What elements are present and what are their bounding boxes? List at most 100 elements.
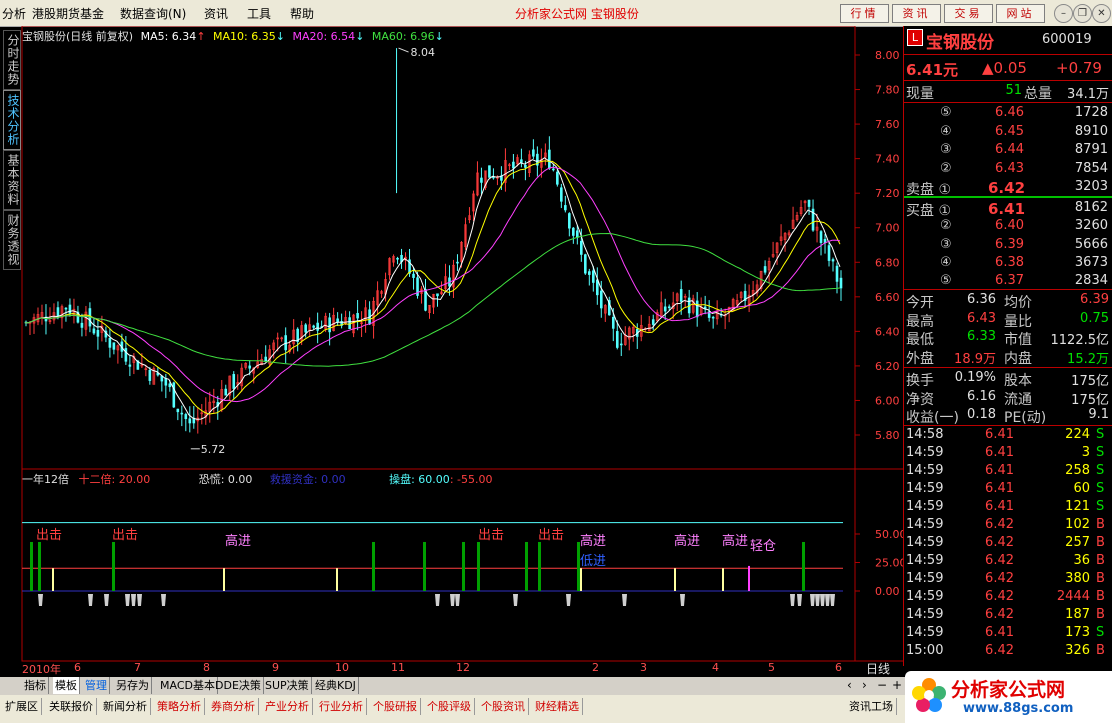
fund-value: 6.16	[967, 388, 996, 404]
fund-label: 流通	[1004, 391, 1032, 408]
buy-volume: 5666	[1074, 236, 1108, 252]
sell-price[interactable]: 6.45	[988, 124, 1024, 139]
tab-save-as[interactable]: 另存为	[114, 677, 152, 694]
bottom-tab[interactable]: 个股评级	[424, 698, 475, 715]
brand-url: www.88gs.com	[963, 701, 1074, 716]
bottom-tab[interactable]: 券商分析	[208, 698, 259, 715]
candle-body	[703, 306, 707, 309]
zoom-in-icon[interactable]: +	[890, 677, 904, 694]
signal-tick	[674, 568, 676, 591]
signal-bar	[525, 541, 528, 591]
bottom-tab[interactable]: 扩展区	[2, 698, 42, 715]
price-tick-label: 6.00	[875, 394, 900, 407]
signal-label: 高进	[225, 533, 251, 549]
minimize-icon[interactable]: –	[1054, 4, 1073, 23]
signal-bar	[38, 541, 41, 591]
indicator-header: 一年12倍 十二倍: 20.00 恐慌: 0.00 救援资金: 0.00 操盘:…	[22, 471, 492, 487]
candle-body	[92, 328, 96, 334]
tab-manage[interactable]: 管理	[83, 677, 110, 694]
candle-body	[248, 365, 252, 369]
menu-help[interactable]: 帮助	[290, 5, 314, 22]
fund-label: 净资	[906, 391, 934, 408]
quote-button[interactable]: 行情	[840, 4, 889, 23]
tab-kdj[interactable]: 经典KDJ	[313, 677, 359, 694]
menu-news[interactable]: 资讯	[204, 5, 228, 22]
buy-price[interactable]: 6.39	[988, 237, 1024, 252]
exit-marker	[797, 594, 802, 606]
indicator-name: 一年12倍	[22, 473, 69, 486]
konghuang-label: 恐慌: 0.00	[198, 473, 253, 486]
bottom-tab[interactable]: 财经精选	[532, 698, 583, 715]
candle-body	[615, 331, 619, 348]
price-tick-label: 5.80	[875, 429, 900, 442]
sell-price[interactable]: 6.44	[988, 142, 1024, 157]
tick-volume: 257	[1065, 535, 1090, 550]
website-button[interactable]: 网站	[996, 4, 1045, 23]
fund-value: 175亿	[1071, 374, 1109, 389]
trade-button[interactable]: 交易	[944, 4, 993, 23]
candle-body	[124, 348, 128, 362]
tick-price: 6.41	[985, 463, 1014, 478]
stat-value: 0.75	[1080, 310, 1109, 326]
info-button[interactable]: 资讯	[892, 4, 941, 23]
scroll-left-icon[interactable]: ‹	[845, 677, 854, 694]
tab-macd[interactable]: MACD基本	[158, 677, 218, 694]
price-tick-label: 7.60	[875, 118, 900, 131]
tick-side: B	[1096, 517, 1105, 532]
bottom-tab[interactable]: 个股资讯	[478, 698, 529, 715]
candle-body	[711, 316, 715, 319]
buy-price[interactable]: 6.37	[988, 273, 1024, 288]
bottom-tab[interactable]: 新闻分析	[100, 698, 151, 715]
candle-body	[599, 290, 603, 309]
buy-price[interactable]: 6.40	[988, 218, 1024, 233]
candle-body	[336, 318, 339, 322]
tick-volume: 326	[1065, 643, 1090, 658]
info-workshop-button[interactable]: 资讯工场	[846, 698, 897, 715]
menu-tools[interactable]: 工具	[247, 5, 271, 22]
high-pointer	[398, 47, 409, 53]
candle-body	[611, 316, 615, 329]
menu-hk-futures[interactable]: 港股期货基金	[32, 5, 104, 22]
buy-price[interactable]: 6.38	[988, 255, 1024, 270]
price-tick-label: 6.40	[875, 325, 900, 338]
bottom-tab[interactable]: 产业分析	[262, 698, 313, 715]
tab-dde[interactable]: DDE决策	[213, 677, 264, 694]
restore-icon[interactable]: ❐	[1073, 4, 1092, 23]
kline-chart[interactable]: 8.045.72 出击 出击 高进 出击 出击 高进低进高进 高进 轻仓 8.007.807.…	[0, 26, 903, 677]
candle-body	[619, 343, 623, 346]
x-tick: 6	[835, 661, 842, 674]
candle-body	[456, 261, 459, 264]
period-label[interactable]: 日线	[866, 660, 890, 677]
candle-body	[188, 418, 192, 424]
sell-price[interactable]: 6.43	[988, 161, 1024, 176]
candle-body	[164, 378, 168, 386]
tab-sup[interactable]: SUP决策	[263, 677, 312, 694]
bottom-tab[interactable]: 关联报价	[46, 698, 97, 715]
x-tick: 11	[391, 661, 405, 674]
bottom-tab[interactable]: 策略分析	[154, 698, 205, 715]
exit-marker	[450, 594, 455, 606]
candle-body	[564, 205, 567, 211]
close-icon[interactable]: ✕	[1092, 4, 1111, 23]
candle-body	[172, 382, 176, 408]
buy-price[interactable]: 6.41	[988, 200, 1025, 218]
tick-side: B	[1096, 535, 1105, 550]
menu-analysis[interactable]: 分析	[2, 5, 26, 22]
exit-marker	[622, 594, 627, 606]
zoom-out-icon[interactable]: −	[875, 677, 889, 694]
stat-label: 内盘	[1004, 350, 1032, 367]
high-label: 8.04	[411, 46, 436, 59]
tab-indicator[interactable]: 指标	[22, 677, 49, 694]
sell-price[interactable]: 6.46	[988, 105, 1024, 120]
bottom-tab[interactable]: 行业分析	[316, 698, 367, 715]
bottom-tab[interactable]: 个股研报	[370, 698, 421, 715]
menu-data-query[interactable]: 数据查询(N)	[120, 5, 186, 22]
ind-tick-label: 50.00	[875, 528, 903, 541]
sell-price[interactable]: 6.42	[988, 179, 1025, 197]
shier-label: 十二倍: 20.00	[78, 473, 151, 486]
tab-template[interactable]: 模板	[53, 677, 80, 694]
x-axis: 2010年 6 7 8 9 10 11 12 2 3 4 5 6	[22, 661, 903, 676]
scroll-right-icon[interactable]: ›	[860, 677, 869, 694]
signal-label: 出击	[478, 528, 504, 543]
tick-volume: 102	[1065, 517, 1090, 532]
